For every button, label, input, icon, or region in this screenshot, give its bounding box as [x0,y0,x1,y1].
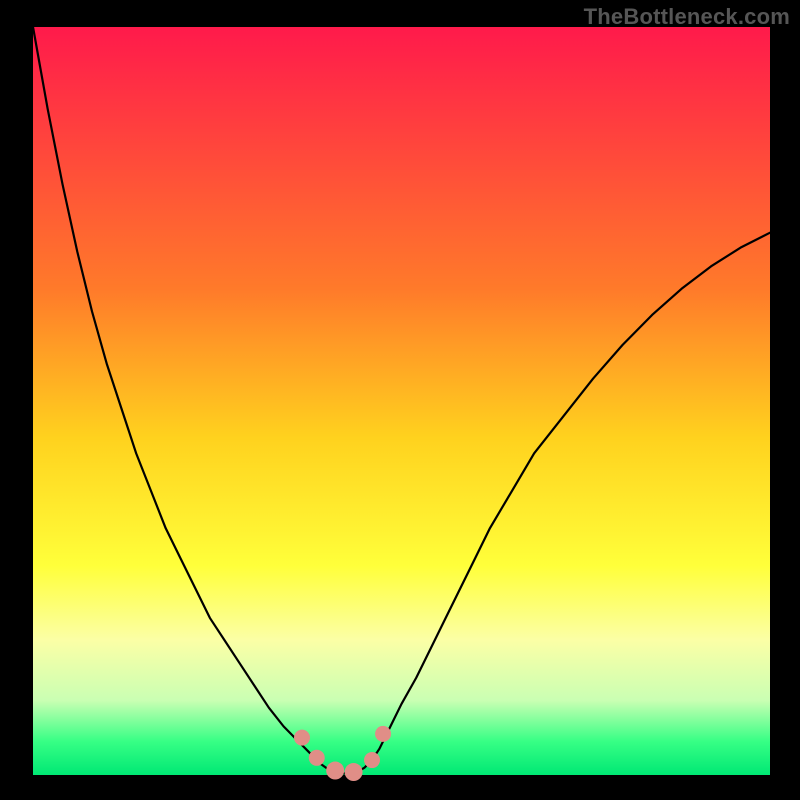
watermark-text: TheBottleneck.com [584,4,790,30]
outer-frame: TheBottleneck.com [0,0,800,800]
curve-marker [364,752,380,768]
curve-marker [309,750,325,766]
curve-marker [375,726,391,742]
chart-canvas [0,0,800,800]
curve-marker [326,762,344,780]
curve-marker [345,763,363,781]
curve-marker [294,730,310,746]
